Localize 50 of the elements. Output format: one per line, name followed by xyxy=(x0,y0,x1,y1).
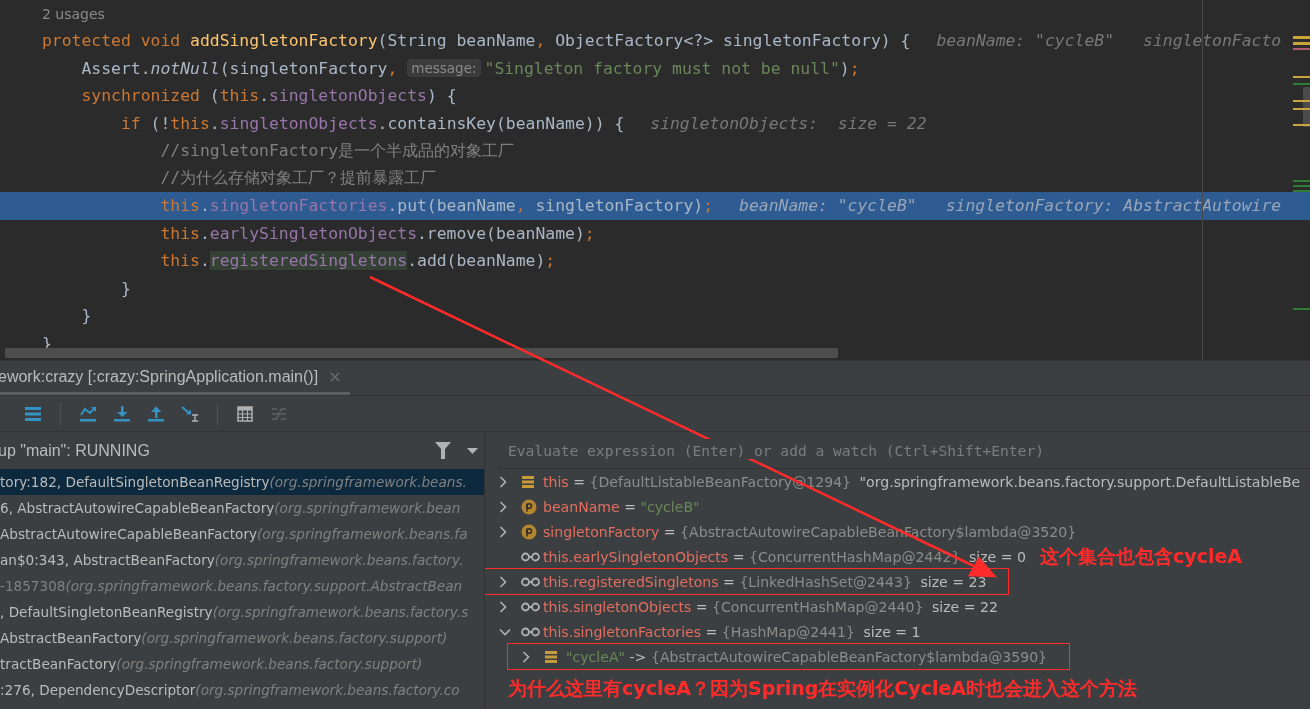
code-line: this.earlySingletonObjects.remove(beanName); xyxy=(159,223,595,243)
filter-icon[interactable] xyxy=(435,442,451,459)
stack-frame[interactable]: an$0:343, AbstractBeanFactory(org.springframework.beans.factory. xyxy=(0,547,484,573)
code-line: synchronized (this.singletonObjects) { xyxy=(80,86,457,106)
expand-chevron-icon[interactable] xyxy=(499,500,507,513)
variable-entry[interactable]: "cycleA" -> {AbstractAutowireCapableBeanFactory$lambda@3590} xyxy=(566,648,1048,665)
inline-value-hint: beanName: "cycleB" xyxy=(936,31,1115,51)
expand-chevron-icon[interactable] xyxy=(499,600,507,613)
code-line: "Singleton factory must not be null"); xyxy=(484,58,860,78)
expand-chevron-icon[interactable] xyxy=(522,650,530,663)
inline-value-hint: singletonFacto xyxy=(1143,31,1282,51)
stack-frame[interactable]: :276, DependencyDescriptor(org.springframework.beans.factory.co xyxy=(0,677,484,703)
parameter-hint: message: xyxy=(407,59,481,78)
stack-frame[interactable]: AbstractAutowireCapableBeanFactory(org.springframework.beans.fa xyxy=(0,521,484,547)
variable-entry[interactable]: beanName = "cycleB" xyxy=(543,498,700,515)
expand-chevron-icon[interactable] xyxy=(499,575,507,588)
field-icon xyxy=(544,649,558,664)
inline-value-hint: singletonObjects: size = 22 xyxy=(650,113,927,133)
watch-glasses-icon xyxy=(521,551,540,562)
stack-frame[interactable]: AbstractBeanFactory(org.springframework.beans.factory.support) xyxy=(0,625,484,651)
usages-hint[interactable]: 2 usages xyxy=(42,5,105,22)
code-line: protected void addSingletonFactory(String beanName, ObjectFactory<?> singletonFactory) { xyxy=(42,31,911,51)
collapse-chevron-icon[interactable] xyxy=(499,627,511,636)
annotation-note: 这个集合也包含cycleA xyxy=(1040,544,1242,569)
stack-frame[interactable]: tory:182, DefaultSingletonBeanRegistry(org.springframework.beans. xyxy=(0,469,484,495)
code-line: } xyxy=(119,278,131,298)
horizontal-scrollbar[interactable] xyxy=(5,348,838,358)
dropdown-arrow-icon[interactable] xyxy=(467,447,478,454)
variable-entry[interactable]: this.registeredSingletons = {LinkedHashSet@2443} size = 23 xyxy=(543,573,987,590)
stack-frame[interactable]: tractBeanFactory(org.springframework.beans.factory.support) xyxy=(0,651,484,677)
variable-entry[interactable]: this.singletonObjects = {ConcurrentHashMap@2440} size = 22 xyxy=(543,598,998,615)
variable-entry[interactable]: this.singletonFactories = {HashMap@2441} size = 1 xyxy=(543,623,921,640)
expand-chevron-icon[interactable] xyxy=(499,475,507,488)
watch-glasses-icon xyxy=(521,601,540,612)
code-line: if (!this.singletonObjects.containsKey(beanName)) { xyxy=(119,113,625,133)
stack-frame[interactable]: , DefaultSingletonBeanRegistry(org.springframework.beans.factory.s xyxy=(0,599,484,625)
parameter-icon xyxy=(521,523,537,540)
watch-glasses-icon xyxy=(521,626,540,637)
stack-frame[interactable]: 6, AbstractAutowireCapableBeanFactory(org.springframework.bean xyxy=(0,495,484,521)
parameter-icon xyxy=(521,498,537,515)
code-line: //singletonFactory是一个半成品的对象工厂 xyxy=(159,139,515,162)
field-icon xyxy=(521,474,535,489)
code-line: this.singletonFactories.put(beanName, singletonFactory); xyxy=(159,196,714,216)
code-line: //为什么存储对象工厂？提前暴露工厂 xyxy=(159,167,437,190)
code-line: Assert.notNull(singletonFactory, xyxy=(80,58,398,78)
inline-value-hint: beanName: "cycleB" xyxy=(739,196,917,216)
watch-glasses-icon xyxy=(521,576,540,587)
annotation-note: 为什么这里有cycleA？因为Spring在实例化CycleA时也会进入这个方法 xyxy=(508,676,1137,701)
expand-chevron-icon[interactable] xyxy=(499,525,507,538)
code-line: } xyxy=(80,306,92,326)
